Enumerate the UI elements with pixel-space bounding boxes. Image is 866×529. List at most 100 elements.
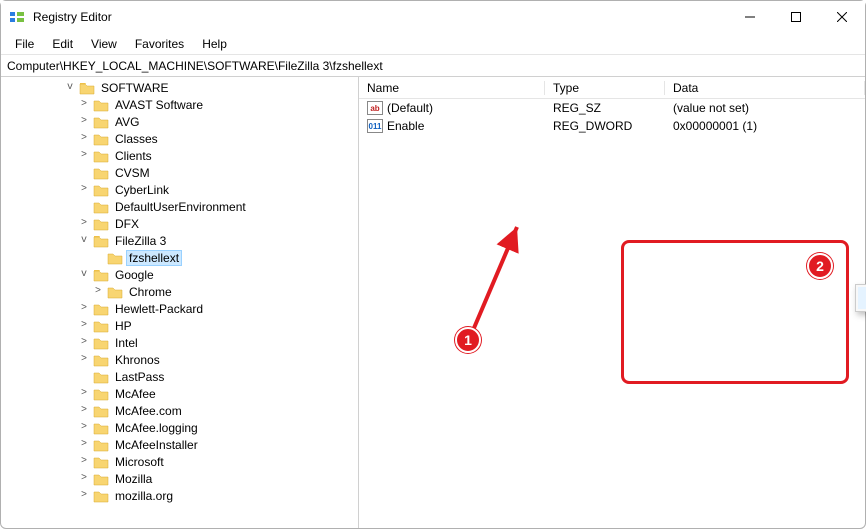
tree-label: DFX [113,217,141,231]
tree-label: Hewlett-Packard [113,302,205,316]
tree-item[interactable]: LastPass [7,368,358,385]
chevron-right-icon[interactable]: > [77,134,91,144]
tree-item[interactable]: > Clients [7,147,358,164]
tree-label: Microsoft [113,455,166,469]
chevron-right-icon[interactable]: > [77,474,91,484]
folder-icon [93,302,109,316]
tree-item[interactable]: > McAfeeInstaller [7,436,358,453]
tree-item[interactable]: > Microsoft [7,453,358,470]
chevron-right-icon[interactable]: > [77,389,91,399]
folder-icon [107,251,123,265]
chevron-right-icon[interactable]: > [77,440,91,450]
ctx-new[interactable]: New ▶ [858,287,866,309]
tree-item[interactable]: > mozilla.org [7,487,358,504]
folder-icon [93,472,109,486]
value-row[interactable]: ab(Default)REG_SZ(value not set) [359,99,865,117]
value-type: REG_SZ [545,101,665,115]
tree-item[interactable]: > DFX [7,215,358,232]
tree-item[interactable]: fzshellext [7,249,358,266]
folder-icon [93,149,109,163]
chevron-right-icon[interactable]: > [77,491,91,501]
chevron-right-icon[interactable]: > [77,100,91,110]
tree-label: SOFTWARE [99,81,171,95]
tree-item[interactable]: >McAfee [7,385,358,402]
chevron-right-icon[interactable]: > [77,219,91,229]
minimize-button[interactable] [727,1,773,33]
chevron-right-icon[interactable]: > [77,151,91,161]
tree-item[interactable]: > Khronos [7,351,358,368]
tree-item[interactable]: >McAfee.com [7,402,358,419]
chevron-down-icon[interactable]: v [77,236,91,246]
chevron-right-icon[interactable]: > [77,304,91,314]
menu-help[interactable]: Help [194,35,235,53]
folder-icon [107,285,123,299]
chevron-right-icon[interactable]: > [77,117,91,127]
tree-label: HP [113,319,134,333]
app-icon [9,9,25,25]
chevron-right-icon[interactable]: > [77,338,91,348]
chevron-right-icon[interactable]: > [77,457,91,467]
address-text: Computer\HKEY_LOCAL_MACHINE\SOFTWARE\Fil… [7,59,383,73]
main-area: vSOFTWARE>AVAST Software>AVG>Classes>Cli… [1,77,865,528]
chevron-down-icon[interactable]: v [77,270,91,280]
tree-label: Clients [113,149,154,163]
tree-label: Khronos [113,353,162,367]
tree-item[interactable]: > HP [7,317,358,334]
tree-item[interactable]: v SOFTWARE [7,79,358,96]
folder-icon [93,200,109,214]
tree-item[interactable]: >Intel [7,334,358,351]
menu-file[interactable]: File [7,35,42,53]
col-data[interactable]: Data [665,81,865,95]
tree-pane[interactable]: vSOFTWARE>AVAST Software>AVG>Classes>Cli… [1,77,359,528]
chevron-right-icon[interactable]: > [91,287,105,297]
tree-label: fzshellext [127,251,181,265]
menu-bar: File Edit View Favorites Help [1,33,865,55]
folder-icon [93,489,109,503]
chevron-right-icon[interactable]: > [77,406,91,416]
tree-label: CVSM [113,166,152,180]
maximize-button[interactable] [773,1,819,33]
chevron-right-icon[interactable]: > [77,423,91,433]
folder-icon [93,387,109,401]
value-row[interactable]: 011EnableREG_DWORD0x00000001 (1) [359,117,865,135]
chevron-down-icon[interactable]: v [63,83,77,93]
tree-item[interactable]: > AVG [7,113,358,130]
tree-item[interactable]: vFileZilla 3 [7,232,358,249]
folder-icon [93,455,109,469]
close-button[interactable] [819,1,865,33]
col-type[interactable]: Type [545,81,665,95]
folder-open-icon [93,234,109,248]
folder-open-icon [79,81,95,95]
folder-icon [93,353,109,367]
chevron-right-icon[interactable]: > [77,321,91,331]
column-headers: Name Type Data [359,77,865,99]
col-name[interactable]: Name [359,81,545,95]
tree-item[interactable]: vGoogle [7,266,358,283]
tree-label: AVG [113,115,141,129]
menu-edit[interactable]: Edit [44,35,81,53]
tree-item[interactable]: >Chrome [7,283,358,300]
title-bar: Registry Editor [1,1,865,33]
values-pane[interactable]: Name Type Data ab(Default)REG_SZ(value n… [359,77,865,528]
chevron-right-icon[interactable]: > [77,185,91,195]
tree-item[interactable]: CVSM [7,164,358,181]
tree-item[interactable]: > CyberLink [7,181,358,198]
chevron-right-icon[interactable]: > [77,355,91,365]
tree-item[interactable]: >McAfee.logging [7,419,358,436]
string-value-icon: ab [367,101,383,115]
tree-item[interactable]: >AVAST Software [7,96,358,113]
tree-label: CyberLink [113,183,171,197]
value-type: REG_DWORD [545,119,665,133]
tree-item[interactable]: DefaultUserEnvironment [7,198,358,215]
address-bar[interactable]: Computer\HKEY_LOCAL_MACHINE\SOFTWARE\Fil… [1,55,865,77]
tree-label: mozilla.org [113,489,175,503]
tree-item[interactable]: > Hewlett-Packard [7,300,358,317]
tree-item[interactable]: >Mozilla [7,470,358,487]
value-data: (value not set) [665,101,865,115]
tree-label: McAfeeInstaller [113,438,200,452]
tree-item[interactable]: >Classes [7,130,358,147]
menu-view[interactable]: View [83,35,125,53]
menu-favorites[interactable]: Favorites [127,35,192,53]
folder-icon [93,98,109,112]
folder-icon [93,404,109,418]
